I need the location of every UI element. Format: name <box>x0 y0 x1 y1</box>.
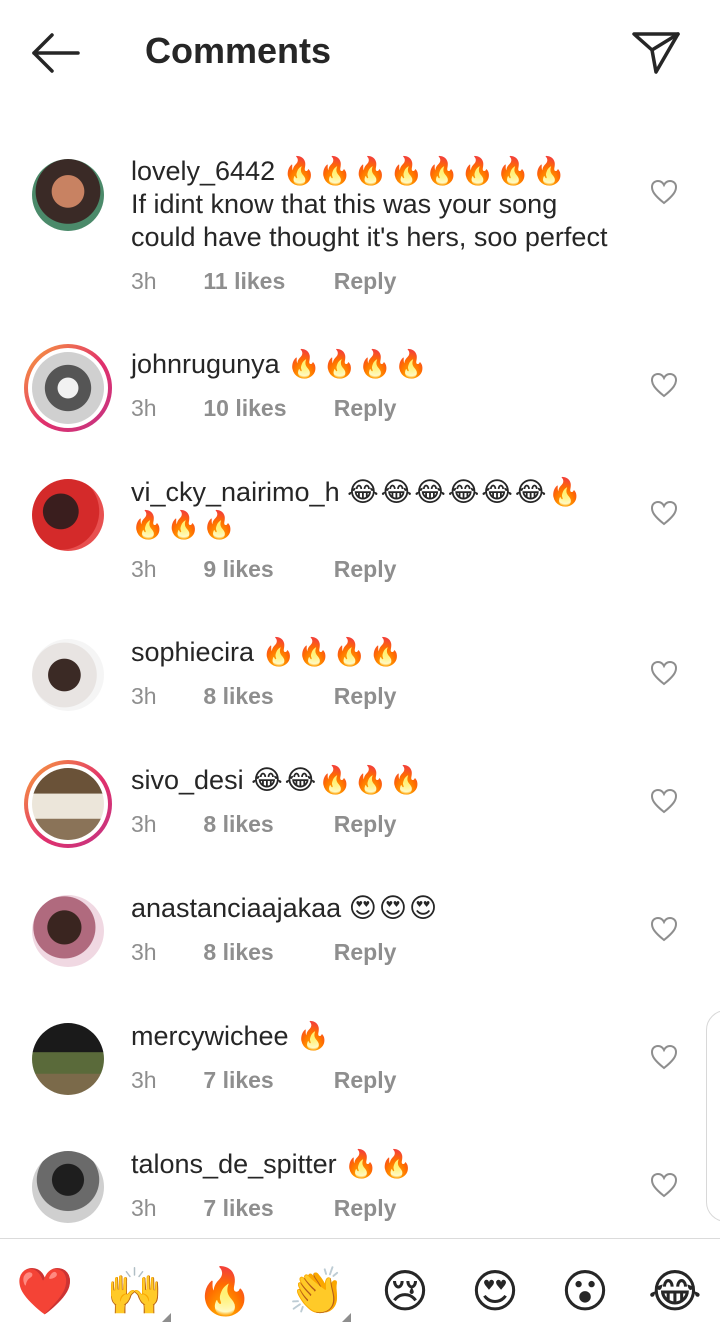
reaction-crying[interactable]: 😢 <box>375 1261 435 1321</box>
comment-username[interactable]: mercywichee <box>131 1021 289 1051</box>
comment-time: 3h <box>131 556 157 582</box>
comment-username[interactable]: vi_cky_nairimo_h <box>131 477 340 507</box>
avatar[interactable] <box>24 344 112 432</box>
comment-likes[interactable]: 9 likes <box>203 556 327 583</box>
reply-button[interactable]: Reply <box>334 1195 397 1222</box>
reaction-heart[interactable]: ❤️ <box>15 1261 75 1321</box>
arrow-left-icon <box>32 33 80 73</box>
skin-tone-indicator <box>342 1313 351 1322</box>
like-button[interactable] <box>650 788 678 814</box>
reply-button[interactable]: Reply <box>334 395 397 422</box>
comment-time: 3h <box>131 939 157 965</box>
comment-time: 3h <box>131 811 157 837</box>
reaction-surprised[interactable]: 😮 <box>555 1261 615 1321</box>
comment-item: johnrugunya 🔥🔥🔥🔥 3h 10 likes Reply <box>0 320 720 448</box>
avatar[interactable] <box>32 639 104 711</box>
comment-username[interactable]: johnrugunya <box>131 349 280 379</box>
comment-likes[interactable]: 8 likes <box>203 939 327 966</box>
reaction-raising-hands[interactable]: 🙌 <box>105 1261 165 1321</box>
comment-item: mercywichee 🔥 3h 7 likes Reply <box>0 992 720 1120</box>
comment-username[interactable]: sophiecira <box>131 637 254 667</box>
comment-username[interactable]: lovely_6442 <box>131 156 275 186</box>
comment-item: lovely_6442 🔥🔥🔥🔥🔥🔥🔥🔥 If idint know that … <box>0 105 720 320</box>
comment-likes[interactable]: 11 likes <box>203 268 327 295</box>
avatar[interactable] <box>32 1023 104 1095</box>
comment-time: 3h <box>131 683 157 709</box>
comment-time: 3h <box>131 1067 157 1093</box>
comment-emojis: 🔥🔥🔥🔥🔥🔥🔥🔥 <box>282 156 568 186</box>
avatar[interactable] <box>32 1151 104 1223</box>
comment-likes[interactable]: 7 likes <box>203 1195 327 1222</box>
comment-username[interactable]: sivo_desi <box>131 765 244 795</box>
share-button[interactable] <box>630 30 682 76</box>
paper-plane-icon <box>632 32 680 74</box>
comment-likes[interactable]: 10 likes <box>203 395 327 422</box>
comment-item: sophiecira 🔥🔥🔥🔥 3h 8 likes Reply <box>0 608 720 736</box>
heart-outline-icon <box>650 500 678 526</box>
avatar[interactable] <box>32 159 104 231</box>
skin-tone-indicator <box>162 1313 171 1322</box>
reply-button[interactable]: Reply <box>334 556 397 583</box>
like-button[interactable] <box>650 660 678 686</box>
avatar[interactable] <box>24 760 112 848</box>
heart-outline-icon <box>650 179 678 205</box>
reply-button[interactable]: Reply <box>334 811 397 838</box>
comment-time: 3h <box>131 1195 157 1221</box>
avatar[interactable] <box>32 479 104 551</box>
avatar[interactable] <box>32 895 104 967</box>
comment-emojis: 🔥🔥🔥🔥 <box>261 637 405 667</box>
reply-button[interactable]: Reply <box>334 1067 397 1094</box>
top-bar: Comments <box>0 0 720 105</box>
comment-time: 3h <box>131 395 157 421</box>
quick-reaction-bar: ❤️ 🙌 🔥 👏 😢 😍 😮 😂 <box>0 1238 720 1340</box>
comment-text: 🔥🔥🔥 <box>131 510 238 540</box>
heart-outline-icon <box>650 916 678 942</box>
comment-emojis: 🔥🔥 <box>344 1149 416 1179</box>
like-button[interactable] <box>650 500 678 526</box>
comment-username[interactable]: anastanciaajakaa <box>131 893 341 923</box>
comment-item: talons_de_spitter 🔥🔥 3h 7 likes Reply <box>0 1120 720 1237</box>
comment-likes[interactable]: 8 likes <box>203 811 327 838</box>
reaction-clapping[interactable]: 👏 <box>287 1261 347 1321</box>
comment-item: vi_cky_nairimo_h 😂😂😂😂😂😂🔥 🔥🔥🔥 3h 9 likes … <box>0 448 720 608</box>
like-button[interactable] <box>650 179 678 205</box>
comment-text: If idint know that this was your song <box>131 189 558 219</box>
reaction-laughing[interactable]: 😂 <box>645 1261 705 1321</box>
page-title: Comments <box>145 30 332 71</box>
reply-button[interactable]: Reply <box>334 683 397 710</box>
comment-emojis: 😂😂🔥🔥🔥 <box>251 765 426 795</box>
reaction-fire[interactable]: 🔥 <box>195 1261 255 1321</box>
back-button[interactable] <box>30 32 82 74</box>
heart-outline-icon <box>650 788 678 814</box>
heart-outline-icon <box>650 660 678 686</box>
comment-emojis: 🔥 <box>296 1021 332 1051</box>
like-button[interactable] <box>650 372 678 398</box>
comment-likes[interactable]: 7 likes <box>203 1067 327 1094</box>
reply-button[interactable]: Reply <box>334 268 397 295</box>
comment-username[interactable]: talons_de_spitter <box>131 1149 337 1179</box>
comment-time: 3h <box>131 268 157 294</box>
heart-outline-icon <box>650 1172 678 1198</box>
comment-emojis: 😍😍😍 <box>348 893 440 923</box>
like-button[interactable] <box>650 1172 678 1198</box>
scroll-handle[interactable] <box>706 1010 720 1222</box>
like-button[interactable] <box>650 1044 678 1070</box>
like-button[interactable] <box>650 916 678 942</box>
comment-list[interactable]: lovely_6442 🔥🔥🔥🔥🔥🔥🔥🔥 If idint know that … <box>0 105 720 1237</box>
comment-emojis: 🔥🔥🔥🔥 <box>287 349 430 379</box>
heart-outline-icon <box>650 1044 678 1070</box>
comment-item: sivo_desi 😂😂🔥🔥🔥 3h 8 likes Reply <box>0 736 720 864</box>
reaction-heart-eyes[interactable]: 😍 <box>465 1261 525 1321</box>
comment-likes[interactable]: 8 likes <box>203 683 327 710</box>
comment-item: anastanciaajakaa 😍😍😍 3h 8 likes Reply <box>0 864 720 992</box>
comment-emojis: 😂😂😂😂😂😂🔥 <box>347 477 585 507</box>
comment-text: could have thought it's hers, soo perfec… <box>131 222 608 252</box>
heart-outline-icon <box>650 372 678 398</box>
reply-button[interactable]: Reply <box>334 939 397 966</box>
